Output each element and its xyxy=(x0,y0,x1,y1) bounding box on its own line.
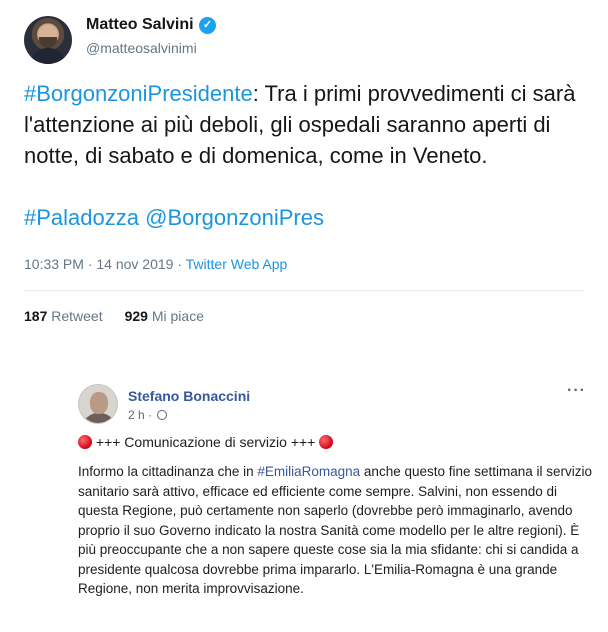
post-body: Informo la cittadinanza che in #EmiliaRo… xyxy=(78,462,598,599)
post-headline-text: +++ Comunicazione di servizio +++ xyxy=(92,434,320,450)
post-body-text: anche questo fine settimana il servizio … xyxy=(78,464,593,596)
more-options-button[interactable]: ··· xyxy=(567,382,586,400)
verified-badge-icon: ✓ xyxy=(199,17,216,34)
mention-link[interactable]: @BorgonzoniPres xyxy=(145,205,324,230)
avatar-head xyxy=(90,392,108,414)
tweet-links-line: #Paladozza @BorgonzoniPres xyxy=(24,202,324,233)
avatar-shoulders xyxy=(28,48,68,64)
tweet-text: #BorgonzoniPresidente: Tra i primi provv… xyxy=(24,78,594,171)
tweet-timestamp[interactable]: 10:33 PM · 14 nov 2019 · xyxy=(24,256,186,272)
post-timestamp[interactable]: 2 h · xyxy=(128,408,168,422)
post-author-avatar[interactable] xyxy=(78,384,118,424)
likes-stat[interactable]: 929 Mi piace xyxy=(125,308,204,324)
red-circle-icon xyxy=(319,435,334,449)
hashtag-link[interactable]: #EmiliaRomagna xyxy=(257,464,360,479)
post-headline: +++ Comunicazione di servizio +++ xyxy=(78,434,334,450)
hashtag-link[interactable]: #BorgonzoniPresidente xyxy=(24,81,253,106)
tweet-stats: 187 Retweet 929 Mi piace xyxy=(24,308,204,324)
tweet-author-handle[interactable]: @matteosalvinimi xyxy=(86,40,197,56)
tweet-metadata: 10:33 PM · 14 nov 2019 · Twitter Web App xyxy=(24,256,287,272)
likes-count: 929 xyxy=(124,308,148,324)
tweet-author-avatar[interactable] xyxy=(24,16,72,64)
retweets-stat[interactable]: 187 Retweet xyxy=(24,308,103,324)
tweet-card: Matteo Salvini ✓ @matteosalvinimi #Borgo… xyxy=(0,0,608,346)
post-time-text: 2 h · xyxy=(128,408,156,422)
post-body-text: Informo la cittadinanza che in xyxy=(78,464,258,479)
tweet-author-name[interactable]: Matteo Salvini xyxy=(86,16,194,34)
post-author-name[interactable]: Stefano Bonaccini xyxy=(128,388,250,404)
facebook-post-card: Stefano Bonaccini 2 h · ··· +++ Comunica… xyxy=(64,366,606,632)
likes-label: Mi piace xyxy=(151,308,204,324)
hashtag-link[interactable]: #Paladozza xyxy=(24,205,139,230)
retweets-label: Retweet xyxy=(51,308,103,324)
retweets-count: 187 xyxy=(24,308,48,324)
tweet-source-link[interactable]: Twitter Web App xyxy=(186,256,288,272)
avatar-beard xyxy=(39,37,57,48)
globe-icon xyxy=(157,410,168,420)
avatar-body xyxy=(82,413,116,423)
red-circle-icon xyxy=(78,435,92,449)
divider xyxy=(24,290,584,291)
